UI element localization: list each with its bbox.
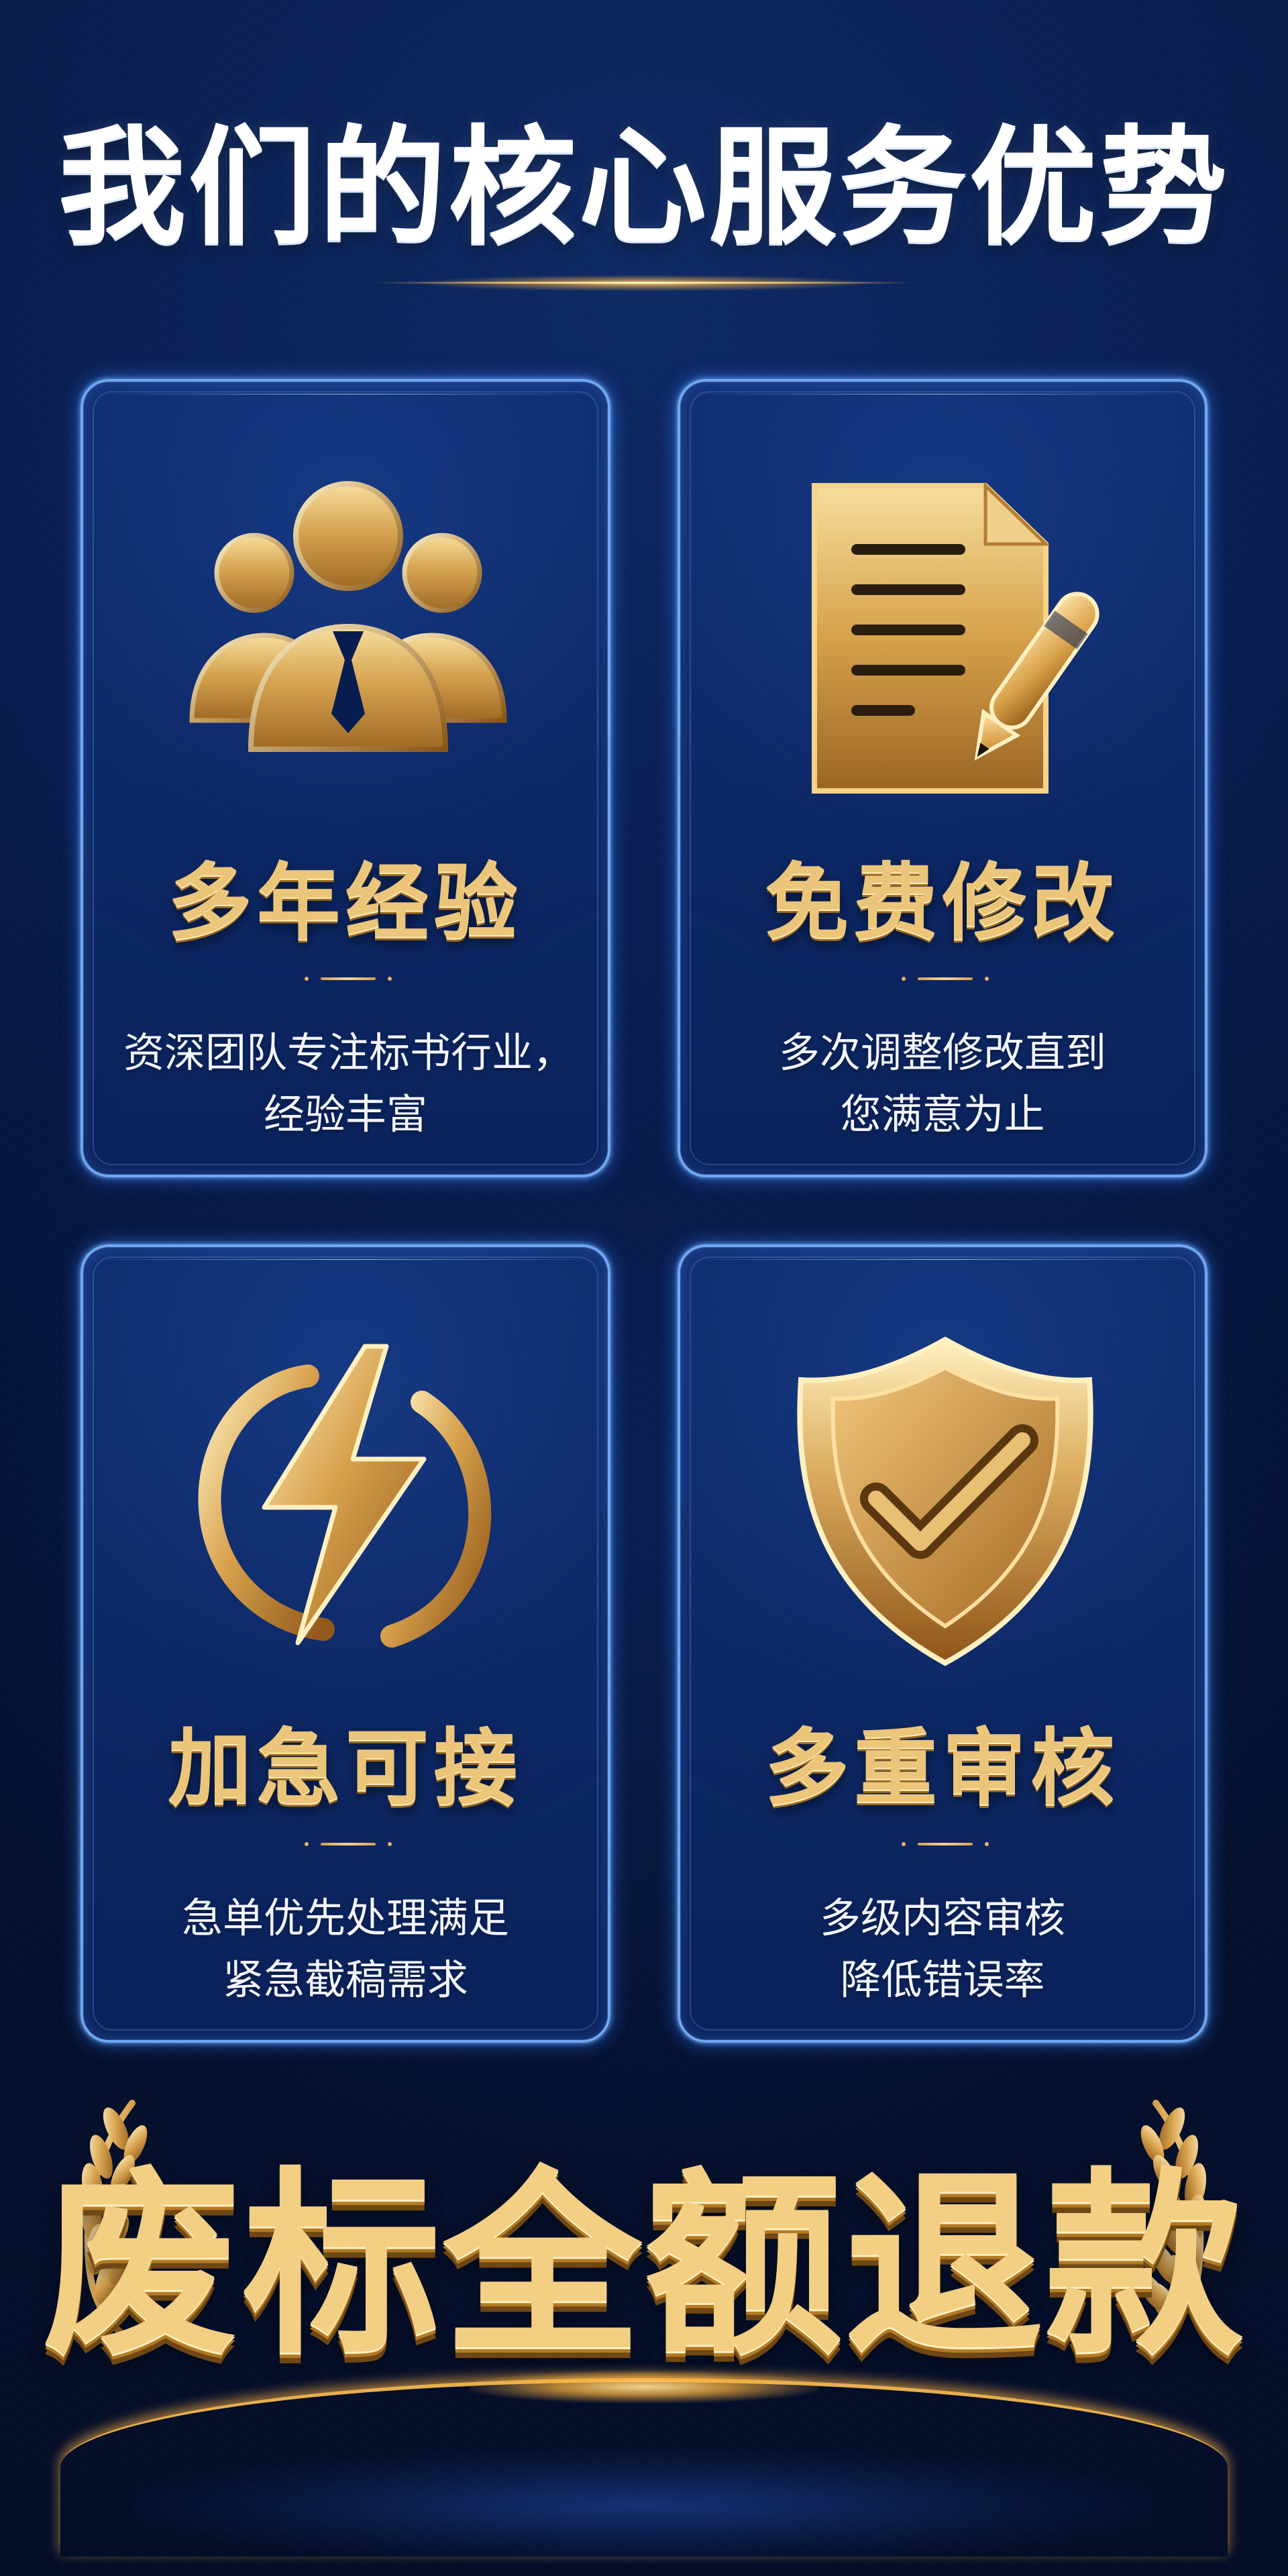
card-divider: [305, 975, 392, 983]
divider-dot: [902, 1842, 906, 1846]
card-description-line-2: 紧急截稿需求: [222, 1956, 468, 2004]
card-title: 免费修改: [765, 855, 1120, 951]
card-title: 多重审核: [765, 1720, 1120, 1817]
divider-bar: [321, 1843, 376, 1845]
divider-bar: [918, 977, 973, 980]
divider-bar: [918, 1843, 973, 1845]
shield-check-icon: [747, 1328, 1143, 1683]
service-card-urgent: 加急可接 急单优先处理满足 紧急截稿需求: [80, 1244, 610, 2043]
team-icon: [150, 462, 546, 818]
banner-arc: [60, 2378, 1228, 2557]
card-divider: [902, 975, 989, 983]
service-card-experience: 多年经验 资深团队专注标书行业， 经验丰富: [80, 379, 610, 1177]
card-title: 加急可接: [168, 1720, 523, 1817]
page-title: 我们的核心服务优势: [58, 113, 1230, 262]
divider-bar: [321, 977, 376, 980]
refund-banner: 废标全额退款: [0, 2053, 1288, 2576]
lightning-icon: [150, 1328, 546, 1683]
divider-dot: [305, 1842, 309, 1846]
document-pen-icon: [747, 462, 1143, 818]
card-description-line-2: 经验丰富: [263, 1091, 427, 1138]
card-description-line-1: 资深团队专注标书行业，: [123, 1029, 574, 1077]
divider-dot: [388, 977, 392, 981]
divider-dot: [388, 1842, 392, 1846]
service-card-review: 多重审核 多级内容审核 降低错误率: [678, 1244, 1208, 2043]
card-divider: [902, 1840, 989, 1848]
card-description-line-2: 降低错误率: [840, 1956, 1045, 2004]
card-description: 多级内容审核 降低错误率: [720, 1888, 1165, 2011]
card-description: 资深团队专注标书行业， 经验丰富: [123, 1022, 574, 1146]
divider-dot: [305, 977, 309, 981]
divider-dot: [902, 977, 906, 981]
title-underline: [376, 282, 912, 284]
refund-banner-text: 废标全额退款: [42, 2150, 1246, 2381]
divider-dot: [985, 1842, 989, 1846]
card-description-line-1: 急单优先处理满足: [181, 1894, 509, 1942]
card-description: 急单优先处理满足 紧急截稿需求: [123, 1888, 568, 2011]
card-description-line-2: 您满意为止: [840, 1091, 1045, 1138]
card-divider: [305, 1840, 392, 1848]
service-card-free-revision: 免费修改 多次调整修改直到 您满意为止: [678, 379, 1208, 1177]
card-description: 多次调整修改直到 您满意为止: [720, 1022, 1165, 1146]
card-title: 多年经验: [168, 855, 523, 951]
poster-page: 我们的核心服务优势 多年经验 资深团队专注标书行业， 经验丰富 免费修改 多次调…: [0, 0, 1288, 2576]
divider-dot: [985, 977, 989, 981]
card-description-line-1: 多级内容审核: [819, 1894, 1065, 1942]
card-description-line-1: 多次调整修改直到: [778, 1029, 1106, 1077]
